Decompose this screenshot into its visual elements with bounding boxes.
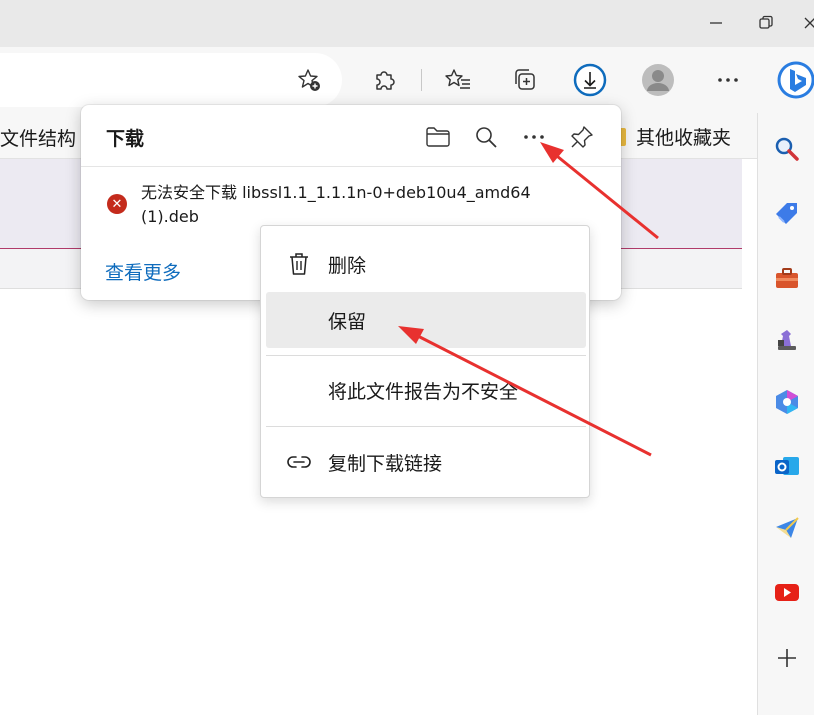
other-favorites-folder[interactable]: 其他收藏夹 (612, 123, 731, 150)
sidebar-send-button[interactable] (772, 513, 802, 543)
error-icon: ✕ (107, 194, 127, 214)
tag-icon (776, 203, 797, 224)
downloads-button[interactable] (572, 62, 608, 98)
other-favorites-label: 其他收藏夹 (636, 127, 732, 149)
send-icon (776, 517, 799, 538)
close-button[interactable] (795, 8, 814, 38)
menu-item-delete[interactable]: 删除 (266, 236, 586, 292)
add-favorite-button[interactable] (291, 62, 327, 98)
menu-item-label: 保留 (328, 310, 367, 333)
add-favorite-icon (298, 69, 320, 91)
downloads-title: 下载 (106, 128, 145, 150)
sidebar-add-button[interactable] (772, 643, 802, 673)
bing-icon (777, 61, 814, 99)
open-downloads-folder-button[interactable] (422, 121, 454, 153)
download-item-text[interactable]: 无法安全下载 libssl1.1_1.1.1n-0+deb10u4_amd64 … (141, 181, 571, 229)
collections-icon (515, 69, 535, 90)
close-icon (804, 17, 814, 29)
link-icon (286, 449, 312, 475)
search-icon (476, 127, 497, 148)
trash-icon (286, 251, 312, 277)
restore-button[interactable] (751, 8, 781, 38)
sidebar-outlook-button[interactable] (772, 451, 802, 481)
more-button[interactable] (710, 62, 746, 98)
more-icon (718, 78, 738, 82)
more-options-button[interactable] (518, 121, 550, 153)
menu-separator (266, 355, 586, 356)
menu-item-label: 复制下载链接 (328, 452, 443, 475)
sidebar-shopping-button[interactable] (772, 199, 802, 229)
office-icon (776, 390, 798, 414)
extensions-icon (376, 71, 395, 90)
menu-item-report-unsafe[interactable]: 将此文件报告为不安全 (266, 362, 586, 418)
edge-sidebar (758, 113, 814, 715)
sidebar-office-button[interactable] (772, 387, 802, 417)
chess-icon (778, 330, 796, 350)
extensions-button[interactable] (367, 62, 403, 98)
sidebar-tools-button[interactable] (772, 263, 802, 293)
download-context-menu: 删除 保留 将此文件报告为不安全 复制下载链接 (260, 225, 590, 498)
favorites-button[interactable] (440, 62, 476, 98)
sidebar-games-button[interactable] (772, 325, 802, 355)
pin-icon (571, 126, 593, 148)
avatar-icon (642, 64, 674, 96)
see-more-link[interactable]: 查看更多 (105, 258, 181, 285)
minimize-button[interactable] (701, 8, 731, 38)
sidebar-search-button[interactable] (772, 134, 802, 164)
toolbar-separator (421, 69, 422, 91)
more-options-icon (524, 135, 544, 139)
add-icon (778, 649, 796, 667)
title-bar (0, 0, 814, 47)
menu-separator (266, 426, 586, 427)
restore-icon (759, 15, 773, 29)
youtube-icon (775, 584, 799, 601)
search-downloads-button[interactable] (470, 121, 502, 153)
favorite-item-file-structure[interactable]: 文件结构 (0, 124, 76, 151)
collections-button[interactable] (507, 62, 543, 98)
browser-toolbar (0, 47, 814, 113)
minimize-icon (710, 22, 722, 24)
bing-button[interactable] (776, 59, 814, 103)
outlook-icon (775, 457, 799, 475)
profile-avatar[interactable] (640, 62, 676, 98)
menu-item-label: 删除 (328, 254, 367, 277)
downloads-header-divider (81, 166, 621, 167)
sidebar-youtube-button[interactable] (772, 577, 802, 607)
open-folder-icon (426, 127, 450, 147)
menu-item-keep[interactable]: 保留 (266, 292, 586, 348)
menu-item-label: 将此文件报告为不安全 (328, 380, 519, 403)
menu-item-copy-link[interactable]: 复制下载链接 (266, 434, 586, 490)
toolbox-icon (776, 268, 798, 288)
pin-downloads-button[interactable] (566, 121, 598, 153)
downloads-icon (573, 63, 607, 97)
search-icon (775, 137, 799, 161)
favorites-icon (445, 69, 470, 89)
